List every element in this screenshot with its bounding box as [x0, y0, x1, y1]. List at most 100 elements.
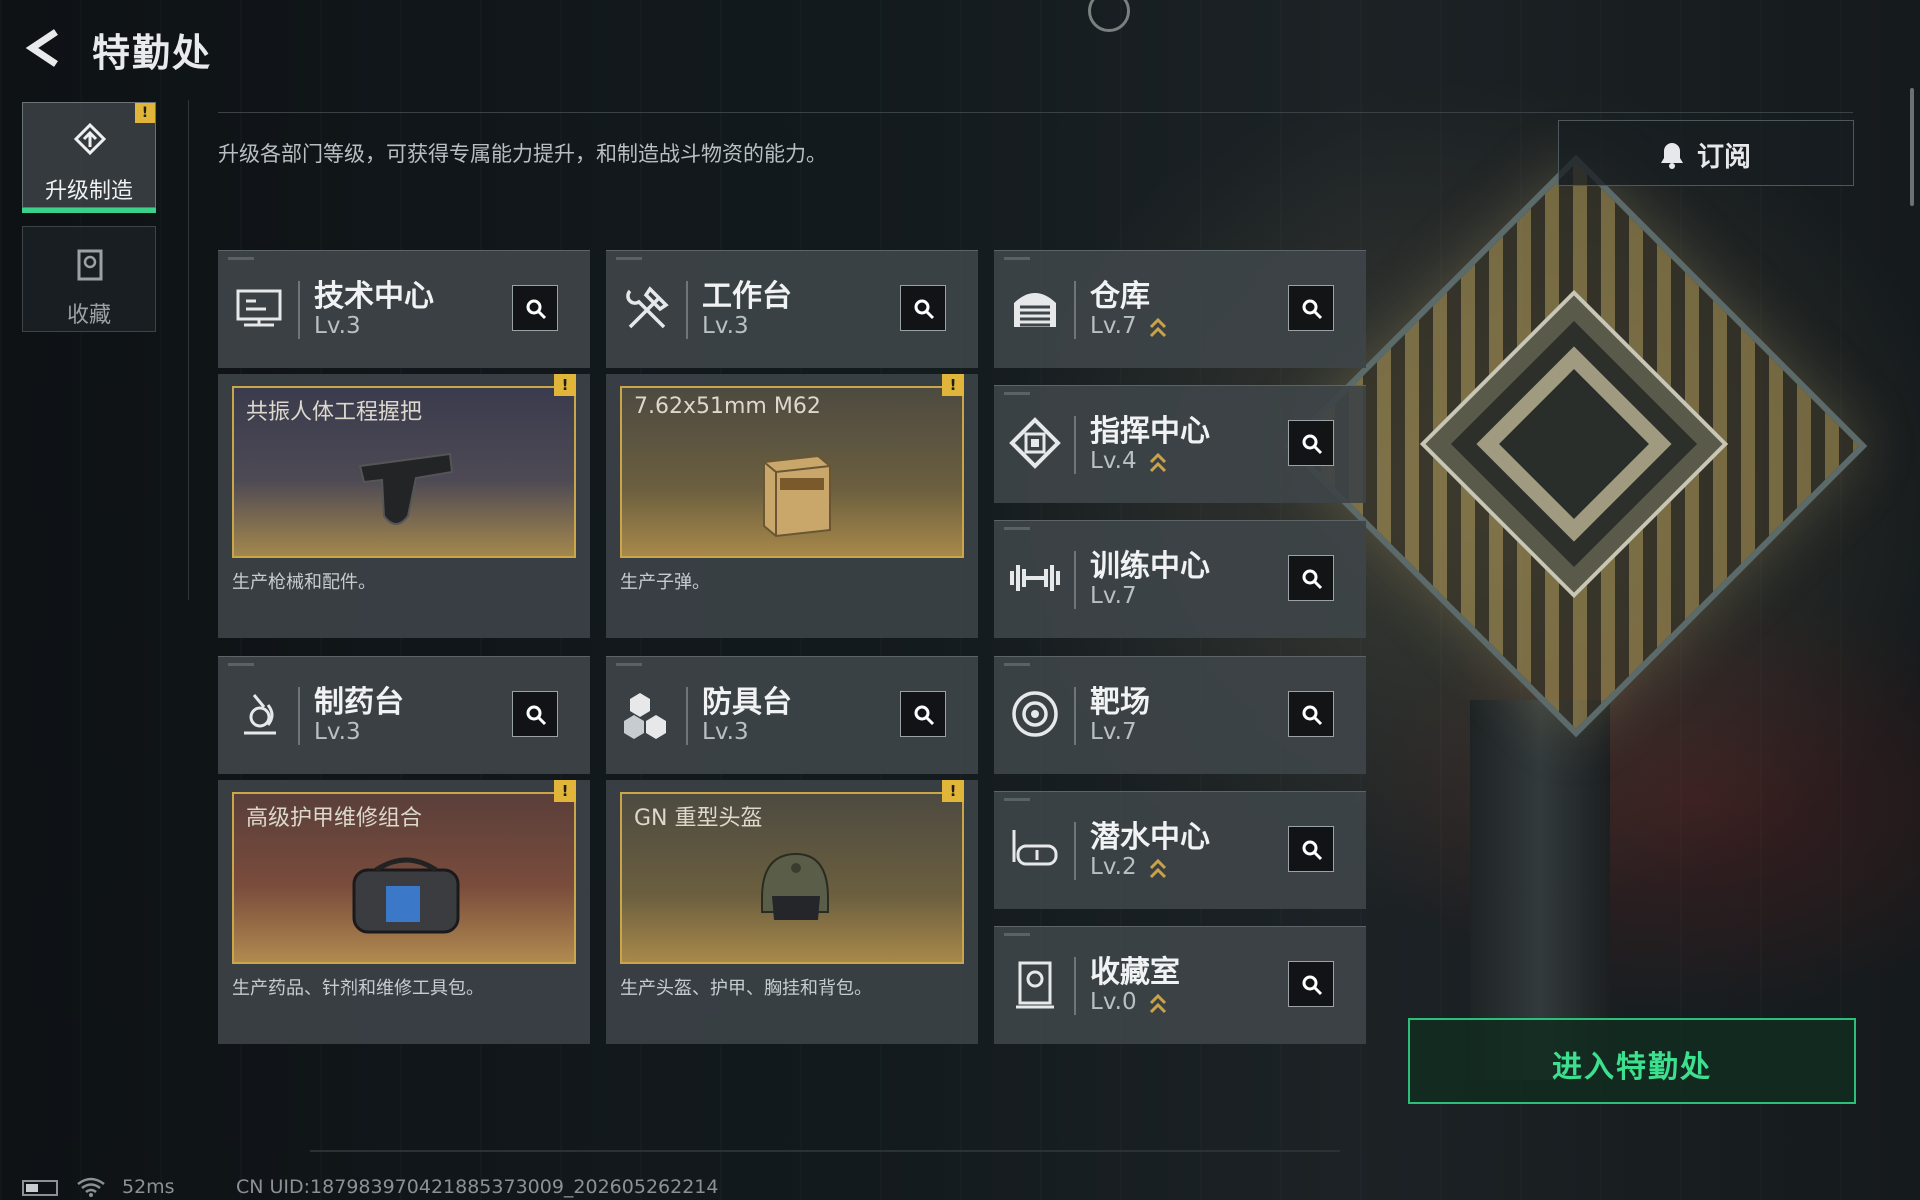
department-card-pharmacy[interactable]: 制药台 Lv.3 [218, 656, 590, 774]
search-icon [1302, 434, 1323, 455]
subscribe-button[interactable]: 订阅 [1558, 120, 1854, 186]
department-name: 潜水中心 [1090, 820, 1210, 855]
search-icon [1302, 569, 1323, 590]
department-level: Lv.2 [1090, 854, 1137, 880]
bell-icon [1661, 143, 1683, 169]
production-description: 生产枪械和配件。 [232, 572, 376, 593]
microscope-icon [244, 694, 276, 735]
inspect-button[interactable] [1288, 285, 1334, 331]
notification-badge: ! [554, 780, 576, 802]
item-name: GN 重型头盔 [634, 806, 763, 831]
department-card-diving-center[interactable]: 潜水中心 Lv.2 [994, 791, 1366, 909]
hammer-wrench-icon [626, 286, 669, 329]
production-description: 生产子弹。 [620, 572, 710, 593]
wifi-icon [77, 1177, 105, 1197]
inspect-button[interactable] [512, 691, 558, 737]
department-name: 制药台 [314, 685, 404, 720]
department-card-collection-room[interactable]: 收藏室 Lv.0 [994, 926, 1366, 1044]
notification-badge: ! [942, 374, 964, 396]
notification-badge: ! [942, 780, 964, 802]
department-level: Lv.3 [314, 719, 361, 745]
department-level: Lv.7 [1090, 719, 1137, 745]
department-name: 收藏室 [1090, 955, 1180, 990]
production-item-slot[interactable]: GN 重型头盔 ! [620, 780, 964, 964]
department-card-armor-bench[interactable]: 防具台 Lv.3 [606, 656, 978, 774]
user-uid: CN UID:1879839704218853730​09_2026052622… [236, 1176, 719, 1198]
search-icon [914, 705, 935, 726]
production-item-slot[interactable]: 共振人体工程握把 ! [232, 374, 576, 558]
inspect-button[interactable] [1288, 826, 1334, 872]
upgrade-available-icon [1149, 858, 1167, 879]
search-icon [526, 299, 547, 320]
department-name: 仓库 [1090, 279, 1150, 314]
warehouse-icon [1014, 293, 1056, 327]
page-description: 升级各部门等级，可获得专属能力提升，和制造战斗物资的能力。 [218, 142, 827, 166]
department-card-workbench[interactable]: 工作台 Lv.3 [606, 250, 978, 368]
armor-blocks-icon [624, 693, 666, 739]
department-card-command-center[interactable]: 指挥中心 Lv.4 [994, 385, 1366, 503]
enter-special-ops-button[interactable]: 进入特勤处 [1408, 1018, 1856, 1104]
search-icon [526, 705, 547, 726]
upgrade-craft-icon [73, 122, 107, 156]
production-description: 生产头盔、护甲、胸挂和背包。 [620, 978, 872, 999]
upgrade-available-icon [1149, 993, 1167, 1014]
production-panel-workbench[interactable]: 7.62x51mm M62 ! 生产子弹。 [606, 374, 978, 638]
dumbbell-icon [1010, 565, 1060, 591]
search-icon [1302, 299, 1323, 320]
inspect-button[interactable] [1288, 420, 1334, 466]
upgrade-available-icon [1149, 452, 1167, 473]
back-arrow-icon[interactable] [22, 26, 66, 70]
target-icon [1012, 691, 1058, 737]
inspect-button[interactable] [1288, 691, 1334, 737]
scrollbar[interactable] [1910, 88, 1914, 206]
department-card-warehouse[interactable]: 仓库 Lv.7 [994, 250, 1366, 368]
production-item-slot[interactable]: 7.62x51mm M62 ! [620, 374, 964, 558]
department-level: Lv.3 [702, 719, 749, 745]
upgrade-available-icon [1149, 317, 1167, 338]
status-bar: 52ms CN UID:1879839704218853730​09_20260… [0, 1172, 1920, 1200]
tech-center-icon [236, 289, 282, 327]
department-level: Lv.7 [1090, 583, 1137, 609]
page-title: 特勤处 [92, 31, 213, 75]
production-panel-tech-center[interactable]: 共振人体工程握把 ! 生产枪械和配件。 [218, 374, 590, 638]
production-panel-armor-bench[interactable]: GN 重型头盔 ! 生产头盔、护甲、胸挂和背包。 [606, 780, 978, 1044]
search-icon [1302, 840, 1323, 861]
enter-button-label: 进入特勤处 [1552, 1050, 1712, 1085]
diving-mask-icon [1012, 830, 1058, 866]
collection-icon [77, 249, 103, 281]
inspect-button[interactable] [1288, 555, 1334, 601]
inspect-button[interactable] [900, 285, 946, 331]
inspect-button[interactable] [512, 285, 558, 331]
tab-upgrade-craft[interactable]: 升级制造 ! [22, 102, 156, 213]
command-center-icon [1009, 417, 1061, 469]
tab-collection[interactable]: 收藏 [22, 226, 156, 332]
tab-label: 升级制造 [44, 179, 133, 204]
department-level: Lv.3 [314, 313, 361, 339]
item-name: 共振人体工程握把 [246, 400, 423, 425]
department-level: Lv.4 [1090, 448, 1137, 474]
search-icon [914, 299, 935, 320]
production-panel-pharmacy[interactable]: 高级护甲维修组合 ! 生产药品、针剂和维修工具包。 [218, 780, 590, 1044]
production-item-slot[interactable]: 高级护甲维修组合 ! [232, 780, 576, 964]
repair-kit-bag-image [352, 857, 460, 934]
department-card-tech-center[interactable]: 技术中心 Lv.3 [218, 250, 590, 368]
department-card-shooting-range[interactable]: 靶场 Lv.7 [994, 656, 1366, 774]
header-divider [218, 112, 1853, 113]
ping-value: 52ms [122, 1176, 175, 1198]
inspect-button[interactable] [900, 691, 946, 737]
battery-icon [22, 1180, 58, 1196]
department-card-training-center[interactable]: 训练中心 Lv.7 [994, 520, 1366, 638]
department-name: 训练中心 [1090, 549, 1210, 584]
inspect-button[interactable] [1288, 961, 1334, 1007]
department-name: 工作台 [702, 279, 792, 314]
tab-label: 收藏 [66, 303, 111, 328]
subscribe-label: 订阅 [1697, 142, 1751, 173]
sidebar-divider [188, 100, 189, 600]
ammo-box-image [763, 454, 831, 538]
search-icon [1302, 975, 1323, 996]
notification-badge: ! [135, 103, 155, 123]
department-name: 技术中心 [314, 279, 434, 314]
department-level: Lv.0 [1090, 989, 1137, 1015]
collection-room-icon [1016, 961, 1054, 1009]
department-name: 防具台 [702, 685, 792, 720]
